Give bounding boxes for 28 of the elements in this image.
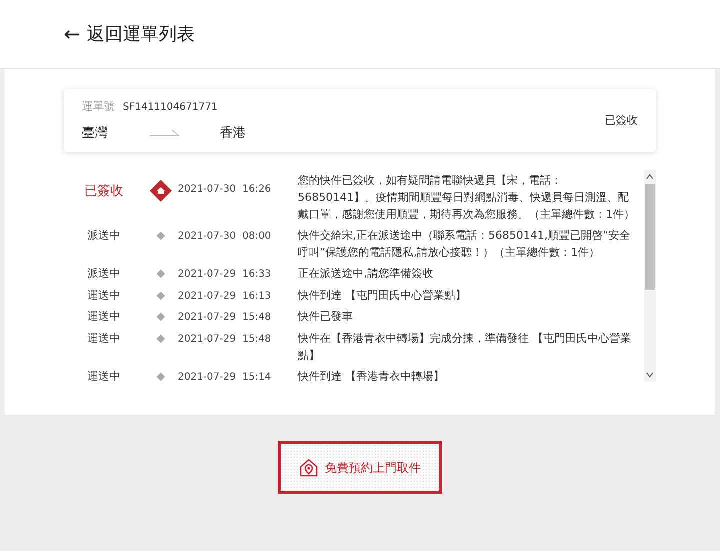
waybill-label: 運單號: [82, 99, 115, 115]
page-title: 返回運單列表: [86, 22, 195, 46]
event-time: 2021-07-29 15:48: [178, 311, 272, 325]
event-status: 運送中: [86, 368, 122, 382]
event-description: 快件已發車: [298, 309, 354, 325]
destination-city: 香港: [220, 124, 246, 142]
event-time: 2021-07-30 08:00: [178, 230, 272, 244]
delivery-status: 已簽收: [605, 113, 638, 130]
origin-city: 臺灣: [82, 124, 108, 142]
event-time: 2021-07-29 16:33: [178, 268, 272, 282]
event-status: 運送中: [86, 288, 122, 304]
event-time: 2021-07-29 16:13: [178, 290, 272, 304]
event-description: 快件交給宋,正在派送途中（聯系電話：56850141,順豐已開啓“安全呼叫”保護您的電話隱私,請放心接聽！）（主單總件數：1件）: [298, 228, 632, 261]
pickup-button[interactable]: 免費預約上門取件: [278, 441, 442, 494]
waybill-number: SF1411104671771: [123, 100, 218, 115]
event-description: 正在派送途中,請您準備簽收: [298, 266, 434, 282]
event-description: 快件到達 【香港青衣中轉場】: [298, 368, 446, 382]
event-description: 快件在【香港青衣中轉場】完成分揀，準備發往 【屯門田氏中心營業點】: [298, 330, 632, 364]
event-time: 2021-07-29 15:48: [178, 332, 272, 346]
event-time: 2021-07-30 16:26: [178, 183, 272, 197]
event-description: 您的快件已簽收，如有疑問請電聯快遞員【宋，電話：56850141】。疫情期間順豐每日對網點消毒、快遞員每日測溫、配戴口罩，感謝您使用順豐，期待再次為您服務。（主單總件數：1件）: [298, 173, 636, 223]
event-status: 運送中: [86, 309, 122, 325]
event-status: 派送中: [86, 266, 122, 282]
event-status: 派送中: [86, 228, 122, 244]
event-status: 已簽收: [84, 183, 124, 201]
event-description: 快件到達 【屯門田氏中心營業點】: [298, 288, 468, 304]
event-time: 2021-07-29 15:14: [178, 370, 272, 382]
event-status: 運送中: [86, 330, 122, 346]
